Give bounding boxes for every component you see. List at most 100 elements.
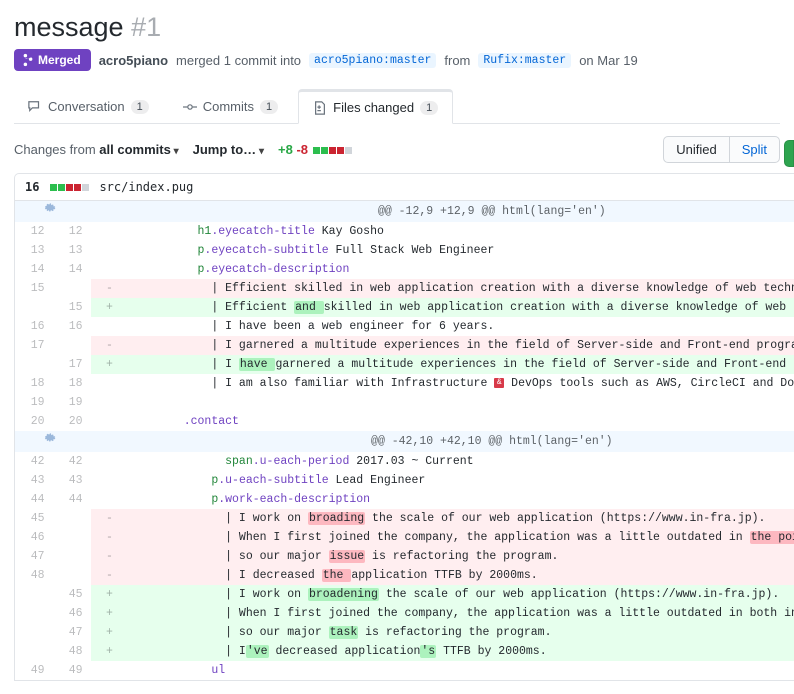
old-line-number[interactable]: 49 xyxy=(15,661,53,681)
diff-code: | Efficient skilled in web application c… xyxy=(129,279,794,298)
old-line-number[interactable]: 18 xyxy=(15,374,53,393)
tab-conversation[interactable]: Conversation 1 xyxy=(14,89,163,124)
base-branch[interactable]: acro5piano:master xyxy=(309,53,436,68)
unified-button[interactable]: Unified xyxy=(663,136,729,163)
new-line-number[interactable] xyxy=(53,547,91,566)
new-line-number[interactable]: 17 xyxy=(53,355,91,374)
new-line-number[interactable]: 16 xyxy=(53,317,91,336)
new-line-number[interactable]: 15 xyxy=(53,298,91,317)
old-line-number[interactable] xyxy=(15,604,53,623)
diff-code: | I have garnered a multitude experience… xyxy=(129,355,794,374)
diff-sign xyxy=(91,452,129,471)
state-label: Merged xyxy=(38,53,81,67)
diff-row: 4242 span.u-each-period 2017.03 ~ Curren… xyxy=(15,452,794,471)
comment-icon xyxy=(28,100,42,114)
new-line-number[interactable]: 13 xyxy=(53,241,91,260)
diff-sign: - xyxy=(91,566,129,585)
added-fragment: broadening xyxy=(308,588,379,601)
old-line-number[interactable]: 46 xyxy=(15,528,53,547)
diff-code xyxy=(129,393,794,412)
diff-row: 47- | so our major issue is refactoring … xyxy=(15,547,794,566)
file-header: 16 src/index.pug xyxy=(14,173,794,201)
new-line-number[interactable] xyxy=(53,528,91,547)
old-line-number[interactable] xyxy=(15,642,53,661)
diff-row: 17- | I garnered a multitude experiences… xyxy=(15,336,794,355)
new-line-number[interactable]: 14 xyxy=(53,260,91,279)
file-change-count: 16 xyxy=(25,180,39,194)
split-button[interactable]: Split xyxy=(729,136,780,163)
tab-files-count: 1 xyxy=(420,101,438,115)
removed-fragment: the xyxy=(322,569,352,582)
changes-from-dropdown[interactable]: Changes from all commits xyxy=(14,142,179,157)
old-line-number[interactable] xyxy=(15,298,53,317)
old-line-number[interactable]: 17 xyxy=(15,336,53,355)
diff-code: | I work on broadening the scale of our … xyxy=(129,585,794,604)
new-line-number[interactable]: 45 xyxy=(53,585,91,604)
expand-hunk-button[interactable] xyxy=(15,431,91,452)
removed-fragment: broading xyxy=(308,512,365,525)
diff-sign xyxy=(91,393,129,412)
new-line-number[interactable]: 43 xyxy=(53,471,91,490)
new-line-number[interactable] xyxy=(53,279,91,298)
diff-row: 1919 xyxy=(15,393,794,412)
old-line-number[interactable]: 16 xyxy=(15,317,53,336)
old-line-number[interactable]: 15 xyxy=(15,279,53,298)
diff-code: | When I first joined the company, the a… xyxy=(129,528,794,547)
diff-row: 15- | Efficient skilled in web applicati… xyxy=(15,279,794,298)
old-line-number[interactable]: 13 xyxy=(15,241,53,260)
diff-row: 1414 p.eyecatch-description xyxy=(15,260,794,279)
diffstat-summary: +8 -8 xyxy=(278,142,352,157)
old-line-number[interactable] xyxy=(15,355,53,374)
old-line-number[interactable]: 42 xyxy=(15,452,53,471)
diff-row: 1818 | I am also familiar with Infrastru… xyxy=(15,374,794,393)
diff-toolbar: Changes from all commits Jump to… +8 -8 … xyxy=(14,136,780,163)
new-line-number[interactable]: 42 xyxy=(53,452,91,471)
new-line-number[interactable]: 48 xyxy=(53,642,91,661)
old-line-number[interactable] xyxy=(15,585,53,604)
new-line-number[interactable]: 46 xyxy=(53,604,91,623)
diff-sign xyxy=(91,374,129,393)
old-line-number[interactable]: 19 xyxy=(15,393,53,412)
review-changes-button[interactable] xyxy=(784,140,794,167)
expand-hunk-button[interactable] xyxy=(15,201,91,222)
old-line-number[interactable]: 20 xyxy=(15,412,53,431)
jump-to-dropdown[interactable]: Jump to… xyxy=(193,142,264,157)
new-line-number[interactable] xyxy=(53,509,91,528)
diff-sign: - xyxy=(91,528,129,547)
old-line-number[interactable]: 47 xyxy=(15,547,53,566)
new-line-number[interactable]: 49 xyxy=(53,661,91,681)
new-line-number[interactable]: 47 xyxy=(53,623,91,642)
diff-code: | I am also familiar with Infrastructure… xyxy=(129,374,794,393)
diff-code: p.work-each-description xyxy=(129,490,794,509)
hunk-header: @@ -12,9 +12,9 @@ html(lang='en') xyxy=(129,201,794,222)
pr-title-text: message xyxy=(14,12,124,42)
diff-code: h1.eyecatch-title Kay Gosho xyxy=(129,222,794,241)
old-line-number[interactable] xyxy=(15,623,53,642)
commit-icon xyxy=(183,100,197,114)
head-branch[interactable]: Rufix:master xyxy=(478,53,571,68)
tab-files-changed[interactable]: Files changed 1 xyxy=(298,89,453,124)
diff-row: 48- | I decreased the application TTFB b… xyxy=(15,566,794,585)
file-diffstat-blocks xyxy=(49,180,89,194)
new-line-number[interactable]: 18 xyxy=(53,374,91,393)
old-line-number[interactable]: 48 xyxy=(15,566,53,585)
new-line-number[interactable]: 44 xyxy=(53,490,91,509)
tab-commits[interactable]: Commits 1 xyxy=(169,89,292,124)
old-line-number[interactable]: 43 xyxy=(15,471,53,490)
old-line-number[interactable]: 45 xyxy=(15,509,53,528)
old-line-number[interactable]: 44 xyxy=(15,490,53,509)
new-line-number[interactable] xyxy=(53,336,91,355)
new-line-number[interactable]: 19 xyxy=(53,393,91,412)
old-line-number[interactable]: 14 xyxy=(15,260,53,279)
old-line-number[interactable]: 12 xyxy=(15,222,53,241)
pr-author[interactable]: acro5piano xyxy=(99,53,168,68)
new-line-number[interactable]: 12 xyxy=(53,222,91,241)
diff-row: 4949 ul xyxy=(15,661,794,681)
diff-sign xyxy=(91,412,129,431)
new-line-number[interactable] xyxy=(53,566,91,585)
diff-row: 4444 p.work-each-description xyxy=(15,490,794,509)
diff-code: | so our major issue is refactoring the … xyxy=(129,547,794,566)
diff-sign: + xyxy=(91,604,129,623)
new-line-number[interactable]: 20 xyxy=(53,412,91,431)
file-path[interactable]: src/index.pug xyxy=(99,180,193,194)
